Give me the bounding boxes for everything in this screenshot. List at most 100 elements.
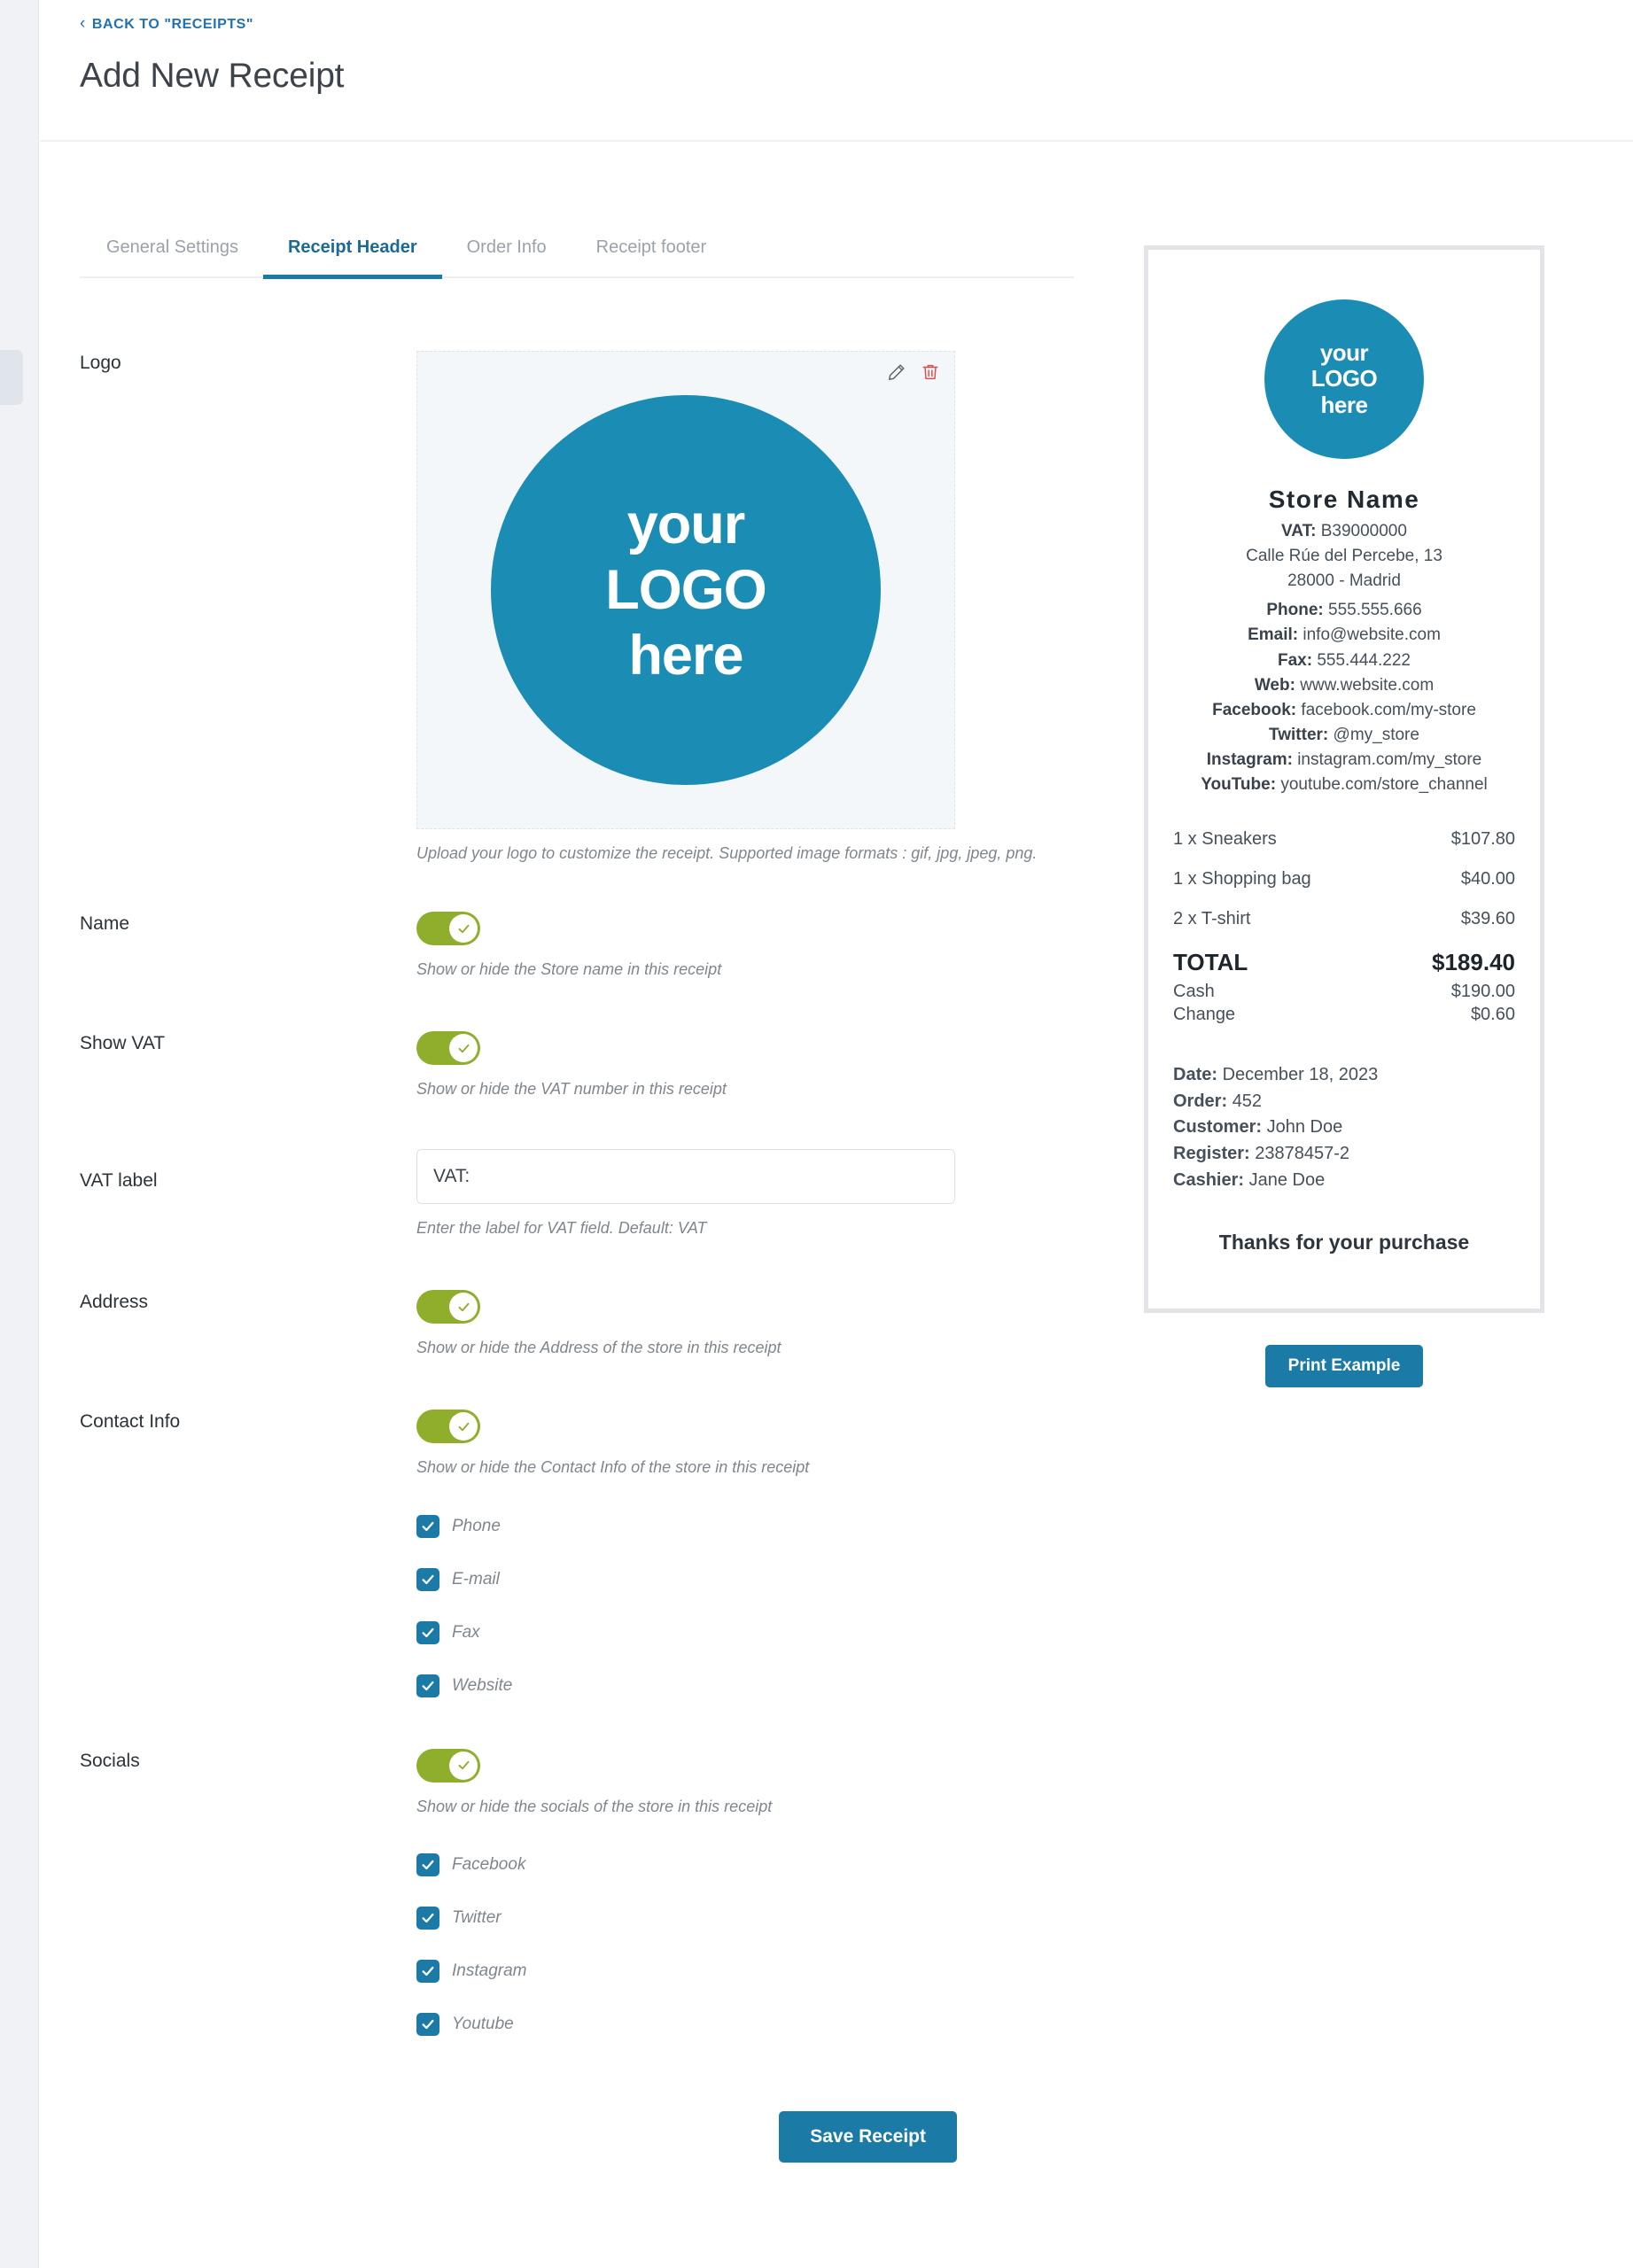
receipt-item-row: 2 x T-shirt $39.60 xyxy=(1173,909,1515,929)
receipt-contact-facebook-label: Facebook: xyxy=(1212,700,1297,719)
form-row-address: Address Show or hide the Address of the … xyxy=(80,1290,1074,1359)
receipt-vat-label: VAT: xyxy=(1281,522,1317,540)
receipt-items: 1 x Sneakers $107.80 1 x Shopping bag $4… xyxy=(1173,829,1515,929)
pencil-icon[interactable] xyxy=(887,362,906,382)
checkbox-youtube[interactable]: Youtube xyxy=(416,2012,1074,2036)
print-example-row: Print Example xyxy=(1144,1345,1544,1387)
receipt-vat-value: B39000000 xyxy=(1320,522,1407,540)
back-to-receipts-link[interactable]: ‹ BACK TO "RECEIPTS" xyxy=(80,15,253,33)
receipt-contact-phone-value: 555.555.666 xyxy=(1328,601,1422,620)
receipt-contact-instagram-label: Instagram: xyxy=(1206,750,1293,769)
checkbox-website-label: Website xyxy=(452,1675,513,1695)
logo-preview-image: your LOGO here xyxy=(491,395,881,785)
receipt-contact-fax: Fax: 555.444.222 xyxy=(1173,649,1515,673)
checkbox-email[interactable]: E-mail xyxy=(416,1567,1074,1591)
logo-text-line1: your xyxy=(626,493,746,555)
checkbox-website[interactable]: Website xyxy=(416,1674,1074,1697)
page-title: Add New Receipt xyxy=(80,57,345,95)
receipt-change-row: Change $0.60 xyxy=(1173,1005,1515,1025)
check-icon xyxy=(416,2012,439,2036)
checkbox-facebook-label: Facebook xyxy=(452,1854,526,1874)
name-label: Name xyxy=(80,913,130,935)
receipt-total-value: $189.40 xyxy=(1432,949,1515,976)
name-toggle[interactable] xyxy=(416,912,480,946)
receipt-contact-phone: Phone: 555.555.666 xyxy=(1173,598,1515,623)
receipt-meta-cashier: Cashier: Jane Doe xyxy=(1173,1168,1515,1194)
sidebar-collapse-handle[interactable] xyxy=(0,350,23,405)
tab-general-settings[interactable]: General Settings xyxy=(80,230,263,279)
tab-bar: General Settings Receipt Header Order In… xyxy=(80,230,1074,279)
form-row-name: Name Show or hide the Store name in this… xyxy=(80,912,1074,981)
receipt-item-name: 1 x Sneakers xyxy=(1173,829,1277,850)
address-toggle[interactable] xyxy=(416,1290,480,1324)
contact-info-helper-text: Show or hide the Contact Info of the sto… xyxy=(416,1458,810,1477)
receipt-meta-date-value: December 18, 2023 xyxy=(1222,1065,1379,1085)
checkbox-twitter[interactable]: Twitter xyxy=(416,1906,1074,1930)
save-row: Save Receipt xyxy=(80,2110,1074,2163)
checkbox-phone-label: Phone xyxy=(452,1516,501,1535)
receipt-preview: your LOGO here Store Name VAT: B39000000… xyxy=(1144,245,1544,1313)
receipt-contact-twitter: Twitter: @my_store xyxy=(1173,723,1515,748)
receipt-contact-web: Web: www.website.com xyxy=(1173,673,1515,698)
check-icon xyxy=(416,1852,439,1876)
toggle-knob xyxy=(449,1412,478,1441)
checkbox-instagram[interactable]: Instagram xyxy=(416,1959,1074,1983)
receipt-meta-customer-label: Customer: xyxy=(1173,1117,1263,1138)
trash-icon[interactable] xyxy=(921,362,940,382)
vat-label-helper-text: Enter the label for VAT field. Default: … xyxy=(416,1219,707,1238)
form-row-show-vat: Show VAT Show or hide the VAT number in … xyxy=(80,1031,1074,1100)
receipt-contact-email-value: info@website.com xyxy=(1303,625,1441,645)
receipt-item-price: $39.60 xyxy=(1460,909,1515,929)
toggle-knob xyxy=(449,914,478,944)
receipt-contact-twitter-label: Twitter: xyxy=(1269,725,1329,744)
receipt-logo-line3: here xyxy=(1320,391,1368,418)
page-container: ‹ BACK TO "RECEIPTS" Add New Receipt Gen… xyxy=(40,0,1633,2268)
checkbox-youtube-label: Youtube xyxy=(452,2014,514,2033)
receipt-meta-customer: Customer: John Doe xyxy=(1173,1115,1515,1141)
tab-receipt-header[interactable]: Receipt Header xyxy=(262,230,442,279)
receipt-total-label: TOTAL xyxy=(1173,949,1248,976)
checkbox-fax[interactable]: Fax xyxy=(416,1620,1074,1644)
receipt-contact-youtube-value: youtube.com/store_channel xyxy=(1280,775,1488,795)
receipt-address-line1: Calle Rúe del Percebe, 13 xyxy=(1246,547,1442,566)
receipt-meta-date: Date: December 18, 2023 xyxy=(1173,1062,1515,1089)
logo-text-line3: here xyxy=(628,625,743,687)
address-label: Address xyxy=(80,1292,149,1313)
receipt-thanks-message: Thanks for your purchase xyxy=(1218,1231,1470,1254)
checkbox-facebook[interactable]: Facebook xyxy=(416,1852,1074,1876)
check-icon xyxy=(416,1567,439,1591)
receipt-item-price: $40.00 xyxy=(1460,869,1515,889)
receipt-logo-line2: LOGO xyxy=(1310,365,1378,392)
save-receipt-button[interactable]: Save Receipt xyxy=(779,2110,957,2163)
receipt-cash-label: Cash xyxy=(1173,982,1215,1002)
receipt-contact-fax-value: 555.444.222 xyxy=(1317,650,1411,670)
receipt-logo: your LOGO here xyxy=(1264,299,1424,459)
receipt-meta-register-label: Register: xyxy=(1173,1143,1250,1163)
checkbox-phone[interactable]: Phone xyxy=(416,1514,1074,1538)
tab-receipt-footer[interactable]: Receipt footer xyxy=(572,230,732,279)
contact-info-toggle[interactable] xyxy=(416,1410,480,1444)
vat-label-input[interactable] xyxy=(416,1149,955,1205)
receipt-contact-email-label: Email: xyxy=(1248,625,1299,645)
receipt-meta-date-label: Date: xyxy=(1173,1065,1218,1085)
logo-upload-box[interactable]: your LOGO here xyxy=(416,351,955,829)
form-row-socials: Socials Show or hide the socials of the … xyxy=(80,1748,1074,2036)
show-vat-toggle[interactable] xyxy=(416,1031,480,1066)
print-example-button[interactable]: Print Example xyxy=(1264,1345,1424,1387)
socials-label: Socials xyxy=(80,1750,140,1771)
show-vat-helper-text: Show or hide the VAT number in this rece… xyxy=(416,1080,727,1099)
receipt-contact-phone-label: Phone: xyxy=(1266,601,1324,620)
receipt-cash-value: $190.00 xyxy=(1450,982,1515,1002)
receipt-contact-email: Email: info@website.com xyxy=(1173,623,1515,648)
receipt-meta-register: Register: 23878457-2 xyxy=(1173,1141,1515,1168)
socials-toggle[interactable] xyxy=(416,1748,480,1783)
receipt-contact-facebook-value: facebook.com/my-store xyxy=(1301,700,1476,719)
receipt-total-row: TOTAL $189.40 xyxy=(1173,949,1515,976)
vat-label-label: VAT label xyxy=(80,1170,158,1192)
receipt-contact-twitter-value: @my_store xyxy=(1333,725,1419,744)
receipt-item-row: 1 x Shopping bag $40.00 xyxy=(1173,869,1515,889)
tab-order-info[interactable]: Order Info xyxy=(442,230,572,279)
check-icon xyxy=(416,1674,439,1697)
receipt-meta-order: Order: 452 xyxy=(1173,1089,1515,1115)
receipt-vat-line: VAT: B39000000 xyxy=(1173,519,1515,544)
